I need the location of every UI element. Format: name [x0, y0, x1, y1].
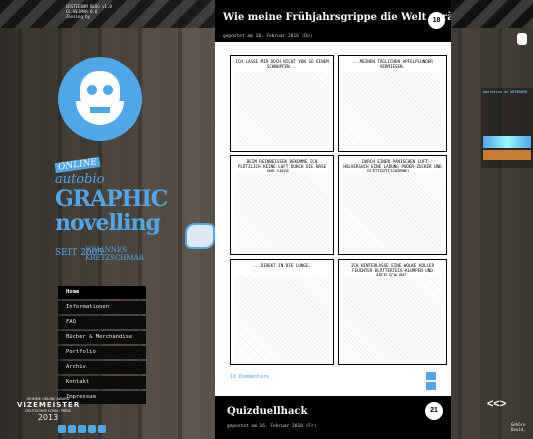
- comic-panel-6: ICH HINTERLASSE EINE WOLKE KOLLER FEUCHT…: [338, 259, 447, 365]
- nav-item-buecher-merchandise[interactable]: Bücher & Merchandise: [58, 331, 146, 344]
- comic-panel-4: ...DURCH EINEN PANISCHEN LUFT-HOLVERSUCH…: [338, 155, 447, 255]
- right-sidebar: Operation at WEIMARER: [451, 0, 533, 439]
- twitter-icon[interactable]: [426, 382, 436, 390]
- award-year: 2013: [37, 413, 59, 422]
- social-icons: [58, 425, 106, 433]
- nav-item-portfolio[interactable]: Portfolio: [58, 346, 146, 359]
- nav-item-informationen[interactable]: Informationen: [58, 301, 146, 314]
- next-post-title[interactable]: Quizduellhack: [227, 406, 307, 417]
- beard-shape: [76, 101, 124, 125]
- panel-art: [343, 172, 442, 250]
- skull-right-eye: [103, 85, 113, 95]
- award-badge[interactable]: GRIMME ONLINE AWARD VIZEMEISTER DEUTSCHE…: [17, 397, 79, 425]
- nav-item-faq[interactable]: FAQ: [58, 316, 146, 329]
- panel-art: [343, 276, 442, 360]
- comic-panel-3: BEIM REINBEISSEN BEKOMME ICH PLÖTZLICH K…: [230, 155, 334, 255]
- widget-title: Operation at WEIMARER: [483, 90, 528, 94]
- stats-widget[interactable]: Operation at WEIMARER: [481, 88, 533, 168]
- rabbit-icon[interactable]: [517, 33, 527, 45]
- logo-online: ONLINE: [54, 156, 101, 174]
- post-title[interactable]: Wie meine Frühjahrsgrippe die Welt verän…: [223, 12, 451, 23]
- site-logo[interactable]: ONLINE autobio GRAPHIC novelling SEIT 20…: [54, 156, 168, 270]
- mouth-shape: [90, 107, 110, 113]
- right-stripes: [451, 0, 533, 28]
- next-post-comment-badge[interactable]: 21: [425, 402, 443, 420]
- build-info: ERSTIEBUM BLOG v1.0 CL-WEIMAR 0.6 Zensin…: [66, 4, 112, 19]
- share-buttons: [426, 372, 436, 392]
- comment-count-badge[interactable]: 18: [428, 12, 445, 29]
- widget-bar-orange: [483, 150, 531, 160]
- panel-art: [235, 172, 329, 250]
- comments-link[interactable]: 18 Kommentare: [230, 374, 269, 380]
- comic-strip: ICH LASSE MIR DOCH NICHT VON SO EINEM SC…: [230, 55, 448, 365]
- nav-item-archiv[interactable]: Archiv: [58, 361, 146, 374]
- facebook-icon[interactable]: [58, 425, 66, 433]
- google-plus-icon[interactable]: [88, 425, 96, 433]
- rss-icon[interactable]: [98, 425, 106, 433]
- tumblr-icon[interactable]: [78, 425, 86, 433]
- scroll-arrows-icon[interactable]: <<>: [487, 398, 506, 410]
- panel-art: [343, 72, 442, 147]
- next-post-meta: gepostet am 16. Februar 2018 (Fr): [227, 424, 317, 429]
- logo-graphic: GRAPHIC: [55, 186, 168, 212]
- logo-author: JOHANNES KRETZSCHMAR: [85, 246, 144, 262]
- nav-item-kontakt[interactable]: Kontakt: [58, 376, 146, 389]
- panel-art: [235, 72, 329, 147]
- main-navigation: Home Informationen FAQ Bücher & Merchand…: [58, 286, 146, 406]
- skull-avatar-logo[interactable]: [58, 57, 142, 141]
- award-title: VIZEMEISTER: [17, 401, 81, 409]
- facebook-icon[interactable]: [426, 372, 436, 380]
- comic-panel-1: ICH LASSE MIR DOCH NICHT VON SO EINEM SC…: [230, 55, 334, 152]
- next-post-header: Quizduellhack 21 gepostet am 16. Februar…: [215, 396, 451, 439]
- logo-autobio: autobio: [55, 172, 105, 187]
- comic-panel-2: ...MEINEN TÄGLICHEN APFELPLUNDER VERMIES…: [338, 55, 447, 152]
- post-column: Wie meine Frühjahrsgrippe die Welt verän…: [215, 0, 451, 439]
- pointing-hand-icon: [185, 223, 215, 249]
- panel-caption: ...DIREKT IN DIE LUNGE.: [253, 263, 311, 268]
- panel-art: [235, 276, 329, 360]
- panel-caption: ...MEINEN TÄGLICHEN APFELPLUNDER VERMIES…: [352, 59, 433, 69]
- comic-panel-5: ...DIREKT IN DIE LUNGE.: [230, 259, 334, 365]
- twitter-icon[interactable]: [68, 425, 76, 433]
- panel-caption: ICH LASSE MIR DOCH NICHT VON SO EINEM SC…: [235, 59, 329, 69]
- widget-bar-blue: [483, 136, 531, 148]
- post-meta: gepostet am 18. Februar 2018 (Do): [223, 34, 313, 39]
- corner-text: Gehöre David,: [511, 422, 526, 432]
- skull-left-eye: [87, 85, 97, 95]
- nav-item-home[interactable]: Home: [58, 286, 146, 299]
- logo-novelling: novelling: [55, 210, 161, 236]
- post-header: Wie meine Frühjahrsgrippe die Welt verän…: [215, 0, 451, 42]
